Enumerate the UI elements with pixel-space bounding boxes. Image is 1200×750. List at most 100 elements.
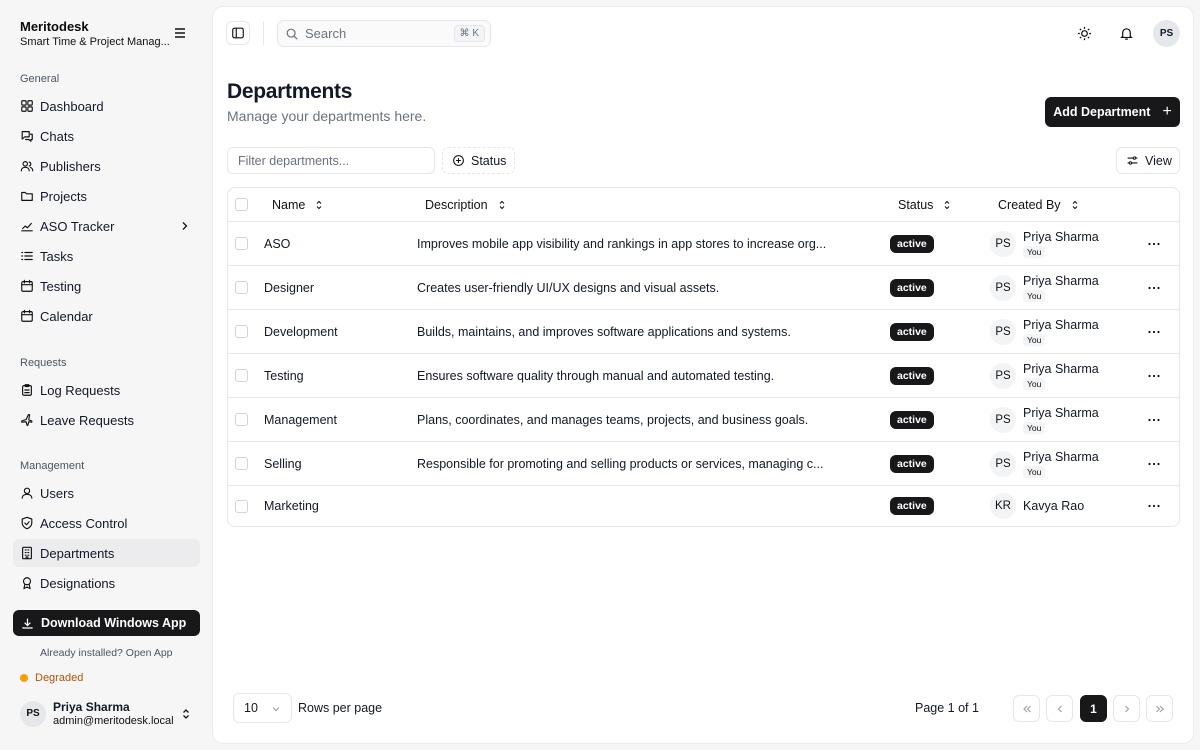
row-actions-button[interactable]: [1146, 398, 1162, 441]
row-actions-button[interactable]: [1146, 310, 1162, 353]
more-horizontal-icon: [1148, 462, 1160, 465]
row-actions-button[interactable]: [1146, 486, 1162, 526]
user-email: admin@meritodesk.local: [53, 715, 174, 727]
calendar-icon: [20, 309, 34, 323]
notifications-button[interactable]: [1114, 21, 1138, 45]
you-badge: You: [1023, 377, 1046, 390]
avatar: PS: [990, 362, 1016, 389]
system-status: Degraded: [20, 672, 83, 684]
rows-per-page-select[interactable]: 10: [233, 693, 292, 723]
row-actions-button[interactable]: [1146, 266, 1162, 309]
header-status[interactable]: Status: [898, 188, 953, 221]
chevron-right-icon: [182, 222, 188, 230]
search-placeholder: Search: [305, 26, 347, 41]
table-row[interactable]: ASO Improves mobile app visibility and ra…: [228, 222, 1179, 266]
sort-icon: [499, 200, 504, 209]
sidebar-item-aso-tracker[interactable]: ASO Tracker: [13, 212, 200, 240]
sort-icon: [945, 200, 950, 209]
sidebar-item-testing[interactable]: Testing: [13, 272, 200, 300]
sidebar-item-users[interactable]: Users: [13, 479, 200, 507]
department-description: Creates user-friendly UI/UX designs and …: [417, 280, 720, 295]
sidebar-item-label: Testing: [40, 278, 82, 294]
more-horizontal-icon: [1148, 330, 1160, 333]
filter-placeholder: Filter departments...: [238, 153, 350, 168]
creator-name: Priya Sharma: [1023, 229, 1099, 244]
next-page-button[interactable]: [1113, 695, 1140, 722]
page-1-button[interactable]: 1: [1080, 695, 1107, 722]
sliders-icon: [1127, 156, 1138, 165]
header-created-by[interactable]: Created By: [998, 188, 1081, 221]
sidebar-item-leave-requests[interactable]: Leave Requests: [13, 406, 200, 434]
section-management: Management: [20, 460, 85, 472]
sidebar-item-access-control[interactable]: Access Control: [13, 509, 200, 537]
status-badge: active: [890, 454, 934, 473]
panel-icon: [232, 27, 244, 39]
status-text: Degraded: [35, 672, 84, 684]
row-checkbox[interactable]: [235, 369, 248, 382]
you-badge: You: [1023, 421, 1046, 434]
download-app-button[interactable]: Download Windows App: [13, 610, 200, 636]
department-description: Improves mobile app visibility and ranki…: [417, 236, 827, 251]
header-name[interactable]: Name: [272, 188, 325, 221]
table-row[interactable]: Selling Responsible for promoting and sel…: [228, 442, 1179, 486]
row-actions-button[interactable]: [1146, 442, 1162, 485]
sidebar-item-label: Designations: [40, 575, 116, 591]
created-by: KR Kavya Rao: [990, 486, 1084, 526]
department-name: Testing: [264, 368, 304, 383]
add-department-button[interactable]: Add Department +: [1045, 97, 1180, 127]
row-checkbox[interactable]: [235, 457, 248, 470]
sidebar-item-calendar[interactable]: Calendar: [13, 302, 200, 330]
row-checkbox[interactable]: [235, 281, 248, 294]
more-horizontal-icon: [1148, 374, 1160, 377]
sidebar-item-tasks[interactable]: Tasks: [13, 242, 200, 270]
avatar: PS: [990, 406, 1016, 433]
status-badge: active: [890, 234, 934, 253]
status-filter-button[interactable]: Status: [442, 147, 515, 174]
table-row[interactable]: Development Builds, maintains, and improv…: [228, 310, 1179, 354]
row-checkbox[interactable]: [235, 237, 248, 250]
table-row[interactable]: Designer Creates user-friendly UI/UX desi…: [228, 266, 1179, 310]
open-app-link[interactable]: Already installed? Open App: [40, 647, 173, 659]
user-name: Priya Sharma: [53, 700, 130, 714]
row-actions-button[interactable]: [1146, 354, 1162, 397]
theme-toggle-button[interactable]: [1072, 21, 1096, 45]
department-description: Builds, maintains, and improves software…: [417, 324, 791, 339]
header-description[interactable]: Description: [425, 188, 508, 221]
last-page-button[interactable]: [1146, 695, 1173, 722]
avatar[interactable]: PS: [1153, 20, 1180, 47]
row-actions-button[interactable]: [1146, 222, 1162, 265]
creator-name: Priya Sharma: [1023, 273, 1099, 288]
sidebar-item-log-requests[interactable]: Log Requests: [13, 376, 200, 404]
sidebar-toggle-button[interactable]: [226, 21, 250, 45]
row-checkbox[interactable]: [235, 413, 248, 426]
user-menu[interactable]: PS Priya Sharma admin@meritodesk.local: [20, 700, 200, 727]
first-page-button[interactable]: [1013, 695, 1040, 722]
sidebar-item-label: Users: [40, 485, 74, 501]
row-checkbox[interactable]: [235, 499, 248, 513]
row-checkbox[interactable]: [235, 325, 248, 338]
sidebar-item-publishers[interactable]: Publishers: [13, 152, 200, 180]
sidebar-item-designations[interactable]: Designations: [13, 569, 200, 597]
filter-departments-input[interactable]: Filter departments...: [227, 147, 435, 174]
chevrons-updown-icon: [183, 709, 189, 719]
view-options-button[interactable]: View: [1116, 147, 1180, 174]
sidebar-item-departments[interactable]: Departments: [13, 539, 200, 567]
table-row[interactable]: Testing Ensures software quality through …: [228, 354, 1179, 398]
previous-page-button[interactable]: [1046, 695, 1073, 722]
page-info: Page 1 of 1: [915, 701, 979, 715]
hamburger-icon[interactable]: [172, 25, 188, 41]
sidebar-item-chats[interactable]: Chats: [13, 122, 200, 150]
sidebar-item-projects[interactable]: Projects: [13, 182, 200, 210]
table-row[interactable]: Marketing active KR Kavya Rao: [228, 486, 1179, 526]
table-row[interactable]: Management Plans, coordinates, and manage…: [228, 398, 1179, 442]
select-all-checkbox[interactable]: [235, 198, 248, 211]
department-name: ASO: [264, 236, 291, 251]
sun-icon: [1077, 26, 1091, 40]
page-title: Departments: [227, 80, 353, 103]
sidebar-item-label: Dashboard: [40, 98, 104, 114]
avatar: PS: [990, 230, 1016, 257]
search-input[interactable]: Search ⌘ K: [277, 20, 491, 47]
sidebar-item-dashboard[interactable]: Dashboard: [13, 92, 200, 120]
section-requests: Requests: [20, 357, 67, 369]
shield-icon: [20, 516, 34, 530]
